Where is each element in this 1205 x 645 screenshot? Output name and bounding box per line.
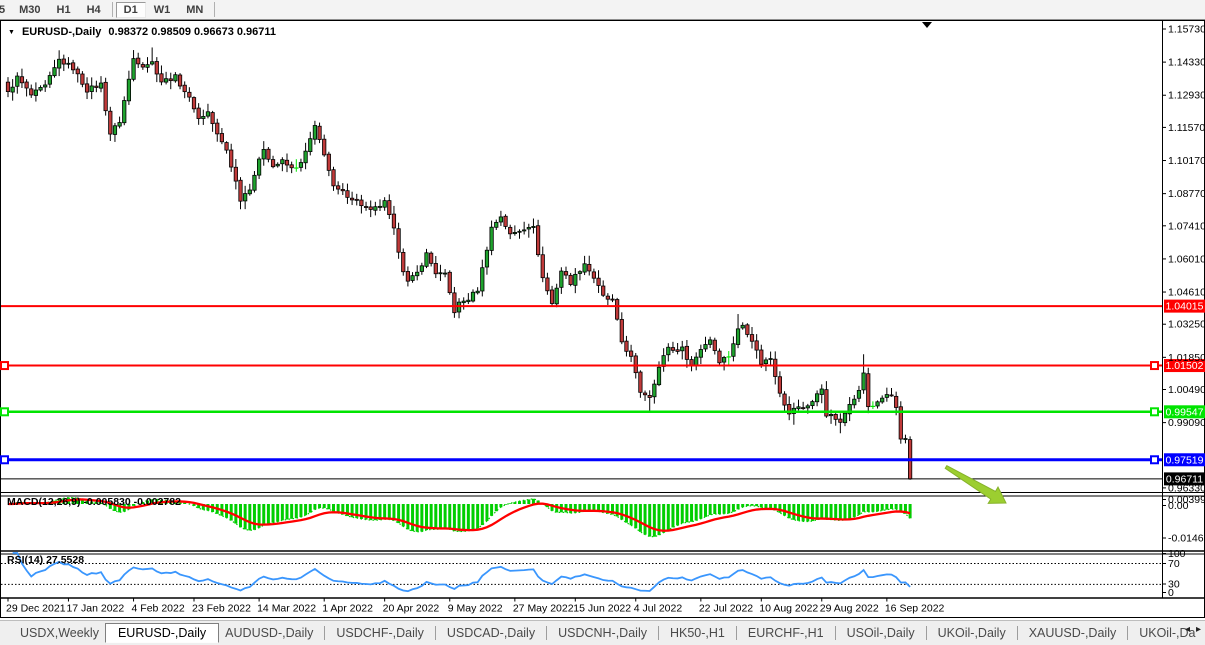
- svg-text:1.12930: 1.12930: [1168, 90, 1205, 102]
- tab-separator: [1127, 626, 1128, 640]
- tab-separator: [435, 626, 436, 640]
- tab-scroll-left-icon[interactable]: ◂: [1182, 624, 1193, 635]
- chart-frame: [1, 21, 1205, 618]
- svg-text:1.10170: 1.10170: [1168, 155, 1205, 167]
- price-chart-canvas[interactable]: 1.040151.015020.995470.975190.967111.157…: [0, 0, 1205, 645]
- chart-dropdown-icon[interactable]: ▼: [8, 29, 15, 36]
- svg-text:9 May 2022: 9 May 2022: [448, 603, 503, 615]
- tab-separator: [546, 626, 547, 640]
- tab-separator: [736, 626, 737, 640]
- svg-text:1.01850: 1.01850: [1168, 352, 1205, 364]
- svg-text:1.07410: 1.07410: [1168, 220, 1205, 232]
- svg-text:1.14330: 1.14330: [1168, 57, 1205, 69]
- svg-text:15 Jun 2022: 15 Jun 2022: [573, 603, 631, 615]
- svg-text:10 Aug 2022: 10 Aug 2022: [759, 603, 818, 615]
- svg-text:0.96330: 0.96330: [1168, 482, 1205, 494]
- svg-text:27 May 2022: 27 May 2022: [513, 603, 574, 615]
- svg-text:22 Jul 2022: 22 Jul 2022: [699, 603, 753, 615]
- price-axis: 1.15730 1.14330 1.12930 1.11570 1.10170 1.087…: [1162, 24, 1205, 495]
- chart-symbol-label: EURUSD-,Daily: [22, 26, 101, 38]
- tab-separator: [926, 626, 927, 640]
- svg-text:4 Feb 2022: 4 Feb 2022: [132, 603, 185, 615]
- tab-usoil-daily[interactable]: USOil-,Daily: [841, 624, 921, 642]
- tab-audusd-daily[interactable]: AUDUSD-,Daily: [219, 624, 319, 642]
- svg-text:4 Jul 2022: 4 Jul 2022: [634, 603, 683, 615]
- tab-ukoil-daily[interactable]: UKOil-,Daily: [932, 624, 1012, 642]
- tab-separator: [1017, 626, 1018, 640]
- svg-text:20 Apr 2022: 20 Apr 2022: [383, 603, 440, 615]
- chart-title: ▼ EURUSD-,Daily 0.98372 0.98509 0.96673 …: [8, 26, 276, 38]
- rsi-indicator-label: RSI(14) 27.5528: [7, 554, 84, 566]
- tab-eurusd-daily[interactable]: EURUSD-,Daily: [105, 623, 219, 643]
- svg-text:0: 0: [1168, 587, 1174, 599]
- mt4-window: 5M30H1H4D1W1MN ▼ EURUSD-,Daily 0.98372 0…: [0, 0, 1205, 645]
- svg-text:1 Apr 2022: 1 Apr 2022: [322, 603, 373, 615]
- tab-separator: [835, 626, 836, 640]
- svg-text:29 Aug 2022: 29 Aug 2022: [820, 603, 879, 615]
- svg-text:70: 70: [1168, 558, 1180, 570]
- tab-separator: [324, 626, 325, 640]
- tab-scroll-right-icon[interactable]: ▸: [1193, 624, 1204, 635]
- tab-hk50-h1[interactable]: HK50-,H1: [664, 624, 731, 642]
- svg-text:16 Sep 2022: 16 Sep 2022: [885, 603, 945, 615]
- svg-text:0.97519: 0.97519: [1166, 454, 1204, 466]
- svg-text:1.11570: 1.11570: [1168, 122, 1205, 134]
- svg-text:23 Feb 2022: 23 Feb 2022: [192, 603, 251, 615]
- svg-text:0.00: 0.00: [1168, 500, 1189, 512]
- tab-usdx-weekly[interactable]: USDX,Weekly: [14, 624, 105, 642]
- svg-text:1.00490: 1.00490: [1168, 384, 1205, 396]
- chart-tab-bar: USDX,WeeklyEURUSD-,DailyAUDUSD-,Daily USD…: [0, 620, 1205, 645]
- svg-text:1.03250: 1.03250: [1168, 319, 1205, 331]
- svg-text:1.15730: 1.15730: [1168, 24, 1205, 36]
- svg-text:29 Dec 2021: 29 Dec 2021: [6, 603, 66, 615]
- tab-usdcad-daily[interactable]: USDCAD-,Daily: [441, 624, 541, 642]
- macd-indicator-label: MACD(12,26,9) -0.005830 -0.002782: [7, 496, 181, 508]
- tab-scroll-buttons: ◂ ▸: [1182, 624, 1204, 635]
- tab-xauusd-daily[interactable]: XAUUSD-,Daily: [1023, 624, 1123, 642]
- tab-eurchf-h1[interactable]: EURCHF-,H1: [742, 624, 830, 642]
- svg-text:17 Jan 2022: 17 Jan 2022: [66, 603, 124, 615]
- svg-text:-0.01469: -0.01469: [1168, 533, 1205, 545]
- tab-separator: [658, 626, 659, 640]
- svg-text:14 Mar 2022: 14 Mar 2022: [257, 603, 316, 615]
- svg-text:0.99090: 0.99090: [1168, 417, 1205, 429]
- tab-usdchf-daily[interactable]: USDCHF-,Daily: [330, 624, 430, 642]
- chart-ohlc-values: 0.98372 0.98509 0.96673 0.96711: [108, 26, 276, 38]
- svg-text:1.04015: 1.04015: [1166, 301, 1204, 313]
- svg-text:1.08770: 1.08770: [1168, 188, 1205, 200]
- svg-text:1.06010: 1.06010: [1168, 253, 1205, 265]
- tab-usdcnh-daily[interactable]: USDCNH-,Daily: [552, 624, 653, 642]
- svg-text:1.04610: 1.04610: [1168, 287, 1205, 299]
